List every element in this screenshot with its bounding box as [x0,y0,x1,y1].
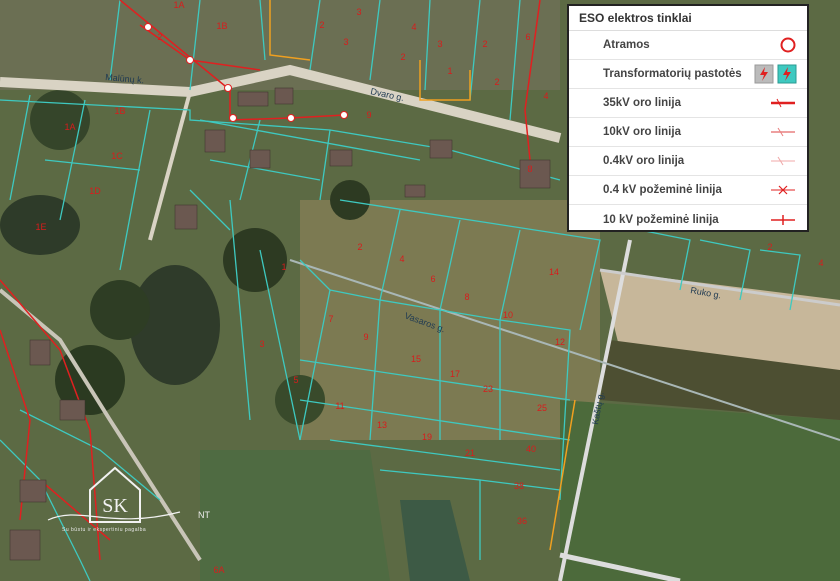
cross-line-icon [771,185,795,195]
open-field-area [300,200,600,440]
svg-text:4: 4 [818,258,823,268]
tick-line-icon [771,214,795,225]
svg-text:40: 40 [526,444,536,454]
svg-text:2: 2 [319,20,324,30]
svg-text:12: 12 [555,337,565,347]
svg-text:21: 21 [465,448,475,458]
svg-text:23: 23 [483,384,493,394]
legend-label: 35kV oro linija [603,97,681,109]
red-line-icon [771,98,795,108]
svg-text:1B: 1B [216,21,227,31]
logo-tagline: Su būstu ir ekspertiniu pagalba [62,527,147,533]
svg-text:3: 3 [343,37,348,47]
svg-text:10: 10 [503,310,513,320]
svg-text:36: 36 [517,516,527,526]
legend-item-10kv[interactable]: 10kV oro linija [569,118,807,147]
svg-text:13: 13 [377,420,387,430]
svg-text:9: 9 [366,110,371,120]
svg-text:14: 14 [549,267,559,277]
svg-text:11: 11 [335,401,344,411]
svg-text:6: 6 [525,32,530,42]
light-pink-line-icon [771,156,795,166]
legend-label: 0.4kV oro linija [603,155,685,167]
legend-item-10kv-underground[interactable]: 10 kV požeminė linija [569,205,807,234]
svg-text:1A: 1A [173,0,184,10]
svg-text:1C: 1C [111,151,123,161]
legend-title: ESO elektros tinklai [569,6,807,31]
svg-text:4: 4 [411,22,416,32]
svg-text:1: 1 [447,66,452,76]
pink-line-icon [771,127,795,137]
svg-text:25: 25 [537,403,547,413]
svg-text:3: 3 [259,339,264,349]
svg-text:6: 6 [430,274,435,284]
svg-text:9: 9 [363,332,368,342]
svg-text:1E: 1E [35,222,46,232]
svg-text:19: 19 [422,432,432,442]
svg-text:38: 38 [514,481,524,491]
svg-text:2: 2 [767,242,772,252]
substation-teal-icon [777,64,797,84]
svg-text:1B: 1B [114,106,125,116]
svg-text:8: 8 [527,164,532,174]
svg-text:SK: SK [102,495,128,517]
legend-label: 0.4 kV požeminė linija [603,184,722,196]
svg-text:2: 2 [400,52,405,62]
legend-item-04kv[interactable]: 0.4kV oro linija [569,147,807,176]
svg-text:1A: 1A [64,122,75,132]
svg-text:7: 7 [328,314,333,324]
legend-label: Transformatorių pastotės [603,68,742,80]
legend-panel: ESO elektros tinklai Atramos Transformat… [567,4,809,232]
legend-label: Atramos [603,39,650,51]
svg-text:4: 4 [399,254,404,264]
legend-label: 10 kV požeminė linija [603,213,719,226]
svg-text:3: 3 [437,39,442,49]
svg-text:2: 2 [157,32,162,42]
svg-text:2: 2 [357,242,362,252]
legend-item-04kv-underground[interactable]: 0.4 kV požeminė linija [569,176,807,205]
legend-item-35kv[interactable]: 35kV oro linija [569,89,807,118]
svg-text:5: 5 [293,375,298,385]
legend-item-substations[interactable]: Transformatorių pastotės [569,60,807,89]
svg-text:15: 15 [411,354,421,364]
legend-item-atramos[interactable]: Atramos [569,31,807,60]
svg-text:2: 2 [482,39,487,49]
svg-text:2: 2 [494,77,499,87]
svg-text:8: 8 [464,292,469,302]
svg-text:4: 4 [543,91,548,101]
svg-text:1: 1 [281,262,286,272]
svg-text:17: 17 [450,369,460,379]
legend-label: 10kV oro linija [603,126,681,138]
svg-text:3: 3 [356,7,361,17]
svg-text:1D: 1D [89,186,101,196]
red-circle-icon [780,37,796,53]
green-field [200,450,390,581]
substation-gray-icon [754,64,774,84]
svg-text:6A: 6A [213,565,224,575]
logo-nt: NT [198,510,210,520]
